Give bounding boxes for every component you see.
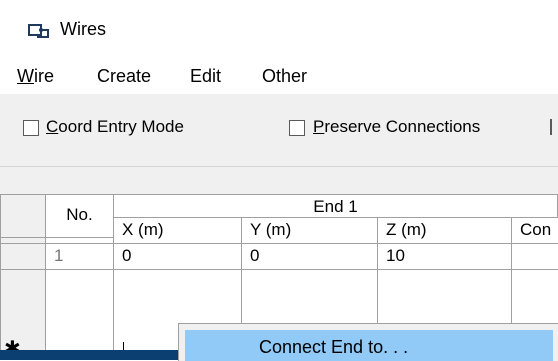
cell-y[interactable]: 0 [242,244,378,270]
menu-bar: Wire Create Edit Other [0,58,558,94]
menu-edit[interactable]: Edit [190,66,221,87]
cell-x[interactable]: 0 [114,244,242,270]
coord-entry-mode-label[interactable]: Coord Entry Mode [46,117,184,137]
grid-corner[interactable] [0,194,46,238]
header-con[interactable]: Con [512,218,558,244]
window-title: Wires [60,19,106,39]
context-menu-connect-end[interactable]: Connect End to. . . [185,330,553,361]
menu-wire[interactable]: Wire [17,66,54,87]
cell-z[interactable]: 10 [378,244,512,270]
menu-create[interactable]: Create [97,66,151,87]
cell-con[interactable] [512,244,558,270]
header-no[interactable]: No. [46,194,114,238]
preserve-connections-checkbox[interactable] [289,120,305,136]
options-toolbar [0,94,558,194]
coord-entry-mode-checkbox[interactable] [23,120,39,136]
wire-window-icon [28,24,49,38]
context-menu: Connect End to. . . [178,323,558,361]
cell-no[interactable]: 1 [46,244,114,270]
title-bar: Wires [0,0,558,58]
toolbar-divider [0,166,558,167]
menu-other[interactable]: Other [262,66,307,87]
header-z[interactable]: Z (m) [378,218,512,244]
row-header-1[interactable] [0,244,46,270]
header-end1[interactable]: End 1 [114,194,558,218]
clipped-checkbox-edge [550,119,552,135]
header-y[interactable]: Y (m) [242,218,378,244]
preserve-connections-label[interactable]: Preserve Connections [313,117,480,137]
cell-new-no[interactable] [46,270,114,350]
connect-end-label: Connect End to. . . [259,337,409,357]
header-x[interactable]: X (m) [114,218,242,244]
